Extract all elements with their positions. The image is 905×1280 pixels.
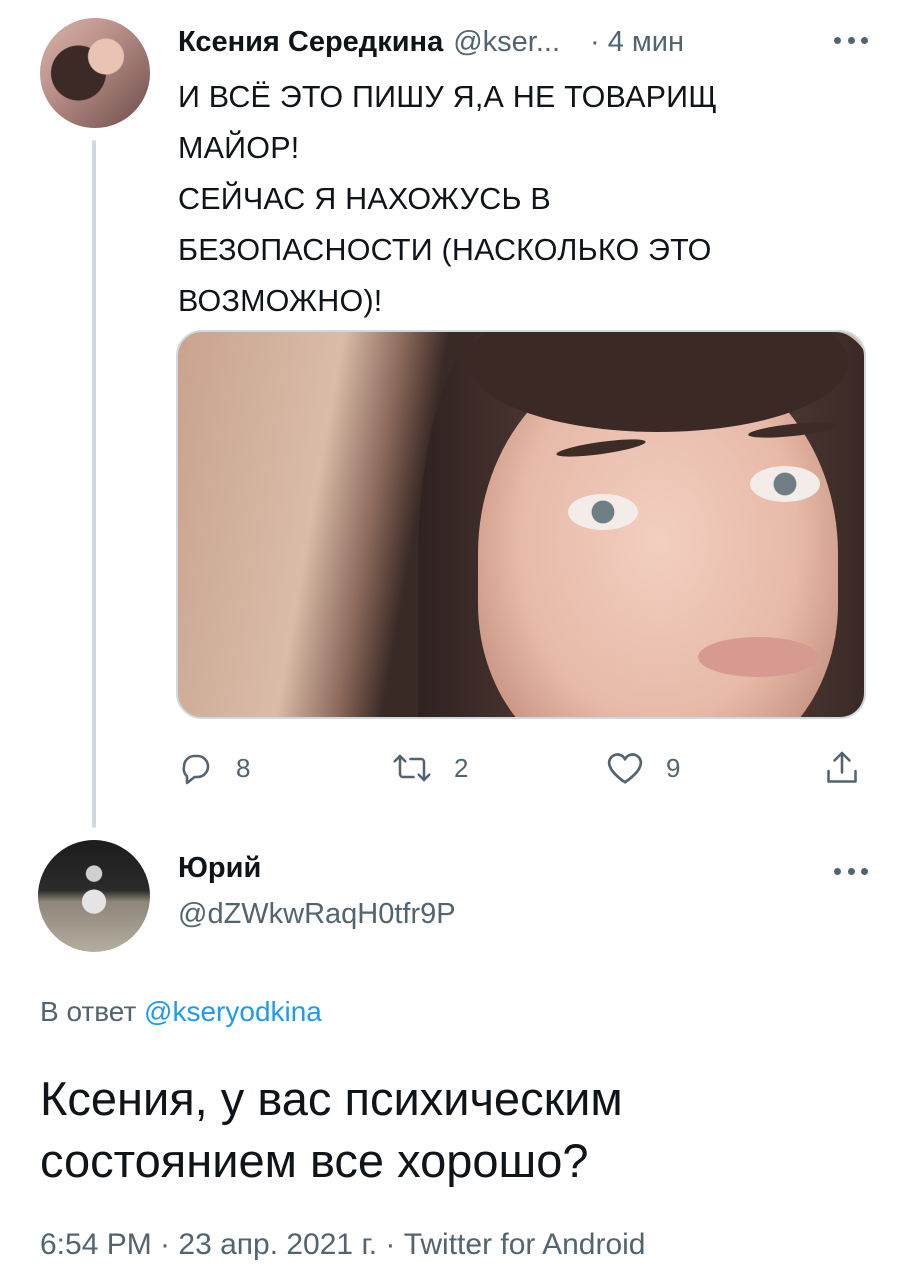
share-icon	[824, 748, 860, 788]
replying-to-label: В ответ	[40, 996, 137, 1027]
photo-shape	[750, 466, 820, 502]
parent-tweet-header: Ксения Середкина @kser... · 4 мин	[178, 24, 868, 60]
reply-author-handle[interactable]: @dZWkwRaqH0tfr9P	[178, 898, 456, 931]
tweet-actions-bar: 8 2 9	[178, 748, 868, 788]
replying-to-line: В ответ @kseryodkina	[40, 996, 322, 1028]
parent-tweet-text: И ВСЁ ЭТО ПИШУ Я,А НЕ ТОВАРИЩ МАЙОР! СЕЙ…	[178, 72, 838, 327]
parent-author-name[interactable]: Ксения Середкина	[178, 26, 443, 59]
more-options-icon[interactable]	[834, 35, 868, 45]
tweet-photo[interactable]	[176, 330, 866, 719]
text-line: ВОЗМОЖНО)!	[178, 284, 383, 318]
share-button[interactable]	[824, 748, 860, 788]
photo-shape	[698, 637, 818, 677]
text-line: И ВСЁ ЭТО ПИШУ Я,А НЕ ТОВАРИЩ	[178, 80, 718, 114]
text-line: состоянием все хорошо?	[40, 1134, 589, 1187]
reply-button[interactable]: 8	[178, 748, 250, 788]
retweet-icon	[392, 750, 432, 786]
reply-tweet-text: Ксения, у вас психическим состоянием все…	[40, 1068, 870, 1192]
photo-shape	[568, 494, 638, 530]
text-line: СЕЙЧАС Я НАХОЖУСЬ В	[178, 182, 551, 216]
retweet-button[interactable]: 2	[392, 748, 468, 788]
like-button[interactable]: 9	[606, 748, 680, 788]
tweet-thread-page: Ксения Середкина @kser... · 4 мин И ВСЁ …	[0, 0, 905, 1280]
text-line: Ксения, у вас психическим	[40, 1072, 623, 1125]
thread-connector-line	[92, 140, 96, 828]
retweet-count: 2	[454, 752, 469, 783]
avatar-reply-author[interactable]	[38, 840, 150, 952]
like-count: 9	[666, 752, 681, 783]
parent-author-handle[interactable]: @kser...	[453, 26, 560, 59]
reply-count: 8	[236, 752, 251, 783]
reply-author-name[interactable]: Юрий	[178, 852, 261, 885]
text-line: МАЙОР!	[178, 131, 300, 165]
more-options-icon[interactable]	[834, 866, 868, 876]
tweet-timestamp-source[interactable]: 6:54 PM · 23 апр. 2021 г. · Twitter for …	[40, 1228, 646, 1262]
heart-icon	[606, 750, 644, 786]
text-line: БЕЗОПАСНОСТИ (НАСКОЛЬКО ЭТО	[178, 233, 712, 267]
avatar-parent-author[interactable]	[40, 18, 150, 128]
reply-icon	[178, 750, 214, 786]
header-separator: ·	[590, 25, 600, 58]
parent-tweet-time[interactable]: 4 мин	[608, 26, 684, 59]
reply-mention-link[interactable]: @kseryodkina	[144, 996, 322, 1027]
